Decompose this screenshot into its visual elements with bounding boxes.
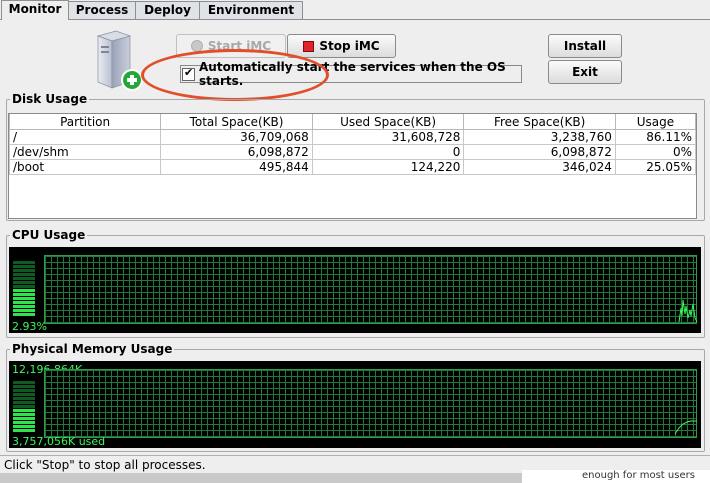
- disk-usage-table: Partition Total Space(KB) Used Space(KB)…: [8, 113, 697, 219]
- meter-segment: [13, 269, 35, 272]
- cell-free: 346,024: [463, 159, 616, 175]
- cell-total: 495,844: [160, 159, 313, 175]
- meter-segment: [13, 281, 35, 284]
- exit-button[interactable]: Exit: [548, 60, 622, 84]
- column-header-total-space[interactable]: Total Space(KB): [160, 114, 313, 130]
- meter-segment: [13, 285, 35, 288]
- meter-segment: [13, 405, 35, 408]
- meter-segment: [13, 305, 35, 308]
- cpu-monitor: 2.93%: [9, 247, 701, 333]
- cell-used: 124,220: [311, 159, 465, 175]
- tab-deploy[interactable]: Deploy: [135, 1, 200, 19]
- stop-imc-button[interactable]: Stop iMC: [287, 34, 396, 58]
- cell-free: 3,238,760: [463, 129, 616, 145]
- memory-usage-title: Physical Memory Usage: [10, 342, 175, 356]
- table-header-row: Partition Total Space(KB) Used Space(KB)…: [9, 114, 696, 130]
- table-row[interactable]: / 36,709,068 31,608,728 3,238,760 86.11%: [9, 129, 696, 145]
- cell-used: 0: [311, 144, 465, 160]
- meter-segment: [13, 393, 35, 396]
- meter-segment: [13, 381, 35, 384]
- memory-history-graph: [44, 369, 697, 438]
- column-header-usage[interactable]: Usage: [614, 114, 696, 130]
- stop-icon: [303, 40, 315, 52]
- meter-segment: [13, 409, 35, 412]
- meter-segment: [13, 425, 35, 428]
- meter-segment: [13, 293, 35, 296]
- meter-segment: [13, 265, 35, 268]
- highlight-ellipse: [141, 49, 329, 101]
- install-button[interactable]: Install: [548, 34, 622, 58]
- cell-usage: 86.11%: [614, 129, 696, 145]
- meter-segment: [13, 417, 35, 420]
- stop-imc-label: Stop iMC: [319, 39, 380, 53]
- cpu-level-meter: [13, 261, 35, 316]
- cell-free: 6,098,872: [463, 144, 616, 160]
- meter-segment: [13, 289, 35, 292]
- meter-segment: [13, 421, 35, 424]
- meter-segment: [13, 309, 35, 312]
- memory-monitor: 12,196,864K 3,757,056K used: [9, 361, 701, 448]
- meter-segment: [13, 301, 35, 304]
- exit-label: Exit: [572, 65, 598, 79]
- memory-level-meter: [13, 381, 35, 432]
- tab-bar: Monitor Process Deploy Environment: [0, 0, 710, 20]
- meter-segment: [13, 385, 35, 388]
- install-label: Install: [563, 39, 607, 53]
- meter-segment: [13, 401, 35, 404]
- meter-segment: [13, 429, 35, 432]
- table-row[interactable]: /dev/shm 6,098,872 0 6,098,872 0%: [9, 144, 696, 160]
- table-row[interactable]: /boot 495,844 124,220 346,024 25.05%: [9, 159, 696, 175]
- cell-usage: 0%: [614, 144, 696, 160]
- meter-segment: [13, 397, 35, 400]
- cpu-history-graph: [44, 255, 698, 324]
- memory-used-readout: 3,757,056K used: [12, 435, 106, 448]
- column-header-free-space[interactable]: Free Space(KB): [463, 114, 616, 130]
- meter-segment: [13, 413, 35, 416]
- cell-partition: /boot: [9, 159, 162, 175]
- tab-environment[interactable]: Environment: [199, 1, 303, 19]
- column-header-used-space[interactable]: Used Space(KB): [311, 114, 465, 130]
- cell-partition: /: [9, 129, 162, 145]
- cell-used: 31,608,728: [311, 129, 465, 145]
- cell-total: 36,709,068: [160, 129, 313, 145]
- meter-segment: [13, 389, 35, 392]
- tab-monitor[interactable]: Monitor: [1, 0, 69, 20]
- disk-usage-title: Disk Usage: [10, 92, 90, 106]
- cpu-usage-title: CPU Usage: [10, 228, 88, 242]
- meter-segment: [13, 273, 35, 276]
- server-add-icon: [92, 30, 143, 92]
- cell-usage: 25.05%: [614, 159, 696, 175]
- meter-segment: [13, 313, 35, 316]
- cpu-usage-readout: 2.93%: [12, 320, 47, 333]
- tab-process[interactable]: Process: [68, 1, 136, 19]
- cell-partition: /dev/shm: [9, 144, 162, 160]
- cell-total: 6,098,872: [160, 144, 313, 160]
- column-header-partition[interactable]: Partition: [9, 114, 162, 130]
- meter-segment: [13, 297, 35, 300]
- meter-segment: [13, 261, 35, 264]
- background-window-text: enough for most users: [522, 470, 710, 483]
- meter-segment: [13, 277, 35, 280]
